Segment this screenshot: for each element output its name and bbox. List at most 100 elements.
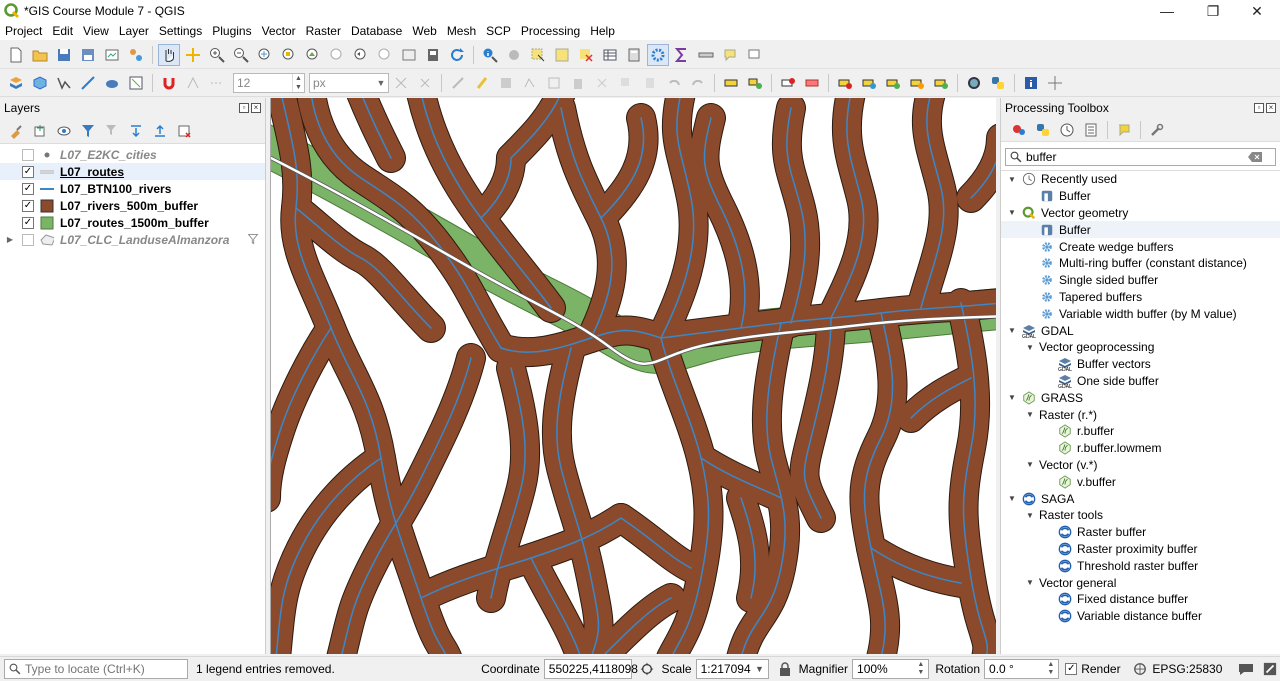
new-project-icon[interactable] [5, 44, 27, 66]
coordinate-field[interactable]: 550225,4118098 [543, 659, 638, 679]
algorithm-item[interactable]: Variable width buffer (by M value) [1001, 305, 1280, 322]
move-label-icon[interactable] [834, 72, 856, 94]
map-layers[interactable] [271, 98, 996, 654]
processing-toolbox-icon[interactable] [647, 43, 669, 66]
expand-arrow-icon[interactable]: ▼ [1007, 393, 1017, 402]
algorithm-item[interactable]: Buffer [1001, 221, 1280, 239]
layer-row[interactable]: ✓ L07_routes_1500m_buffer [0, 214, 265, 231]
messages-icon[interactable] [1236, 662, 1256, 676]
layer-visibility-checkbox[interactable] [22, 148, 34, 161]
rotation-spinbox[interactable]: 0.0 ° ▲ ▼ [984, 659, 1060, 679]
layer-visibility-checkbox[interactable]: ✓ [22, 216, 34, 229]
data-source-manager-icon[interactable] [5, 72, 27, 94]
menu-vector[interactable]: Vector [257, 22, 301, 40]
layer-visibility-checkbox[interactable]: ✓ [22, 165, 34, 178]
menu-scp[interactable]: SCP [481, 22, 516, 40]
layer-visibility-checkbox[interactable] [22, 233, 34, 246]
map-tips-icon[interactable] [719, 44, 741, 66]
provider-group[interactable]: ▼ Vector (v.*) [1001, 457, 1280, 474]
expand-arrow-icon[interactable]: ▼ [1025, 511, 1035, 520]
snapping-unit-combo[interactable]: px ▼ [309, 72, 389, 93]
algorithm-item[interactable]: Threshold raster buffer [1001, 557, 1280, 574]
menu-processing[interactable]: Processing [516, 22, 585, 40]
globe-plugin-icon[interactable] [963, 72, 985, 94]
provider-group[interactable]: ▼ Vector geoprocessing [1001, 339, 1280, 356]
expand-arrow-icon[interactable]: ▼ [1025, 460, 1035, 469]
vertex-tool-icon[interactable] [543, 72, 565, 94]
current-edits-icon[interactable] [447, 72, 469, 94]
spin-arrows-icon[interactable]: ▲ ▼ [1047, 661, 1054, 677]
algorithm-item[interactable]: Tapered buffers [1001, 289, 1280, 306]
highlight-pinned-icon[interactable] [801, 72, 823, 94]
menu-raster[interactable]: Raster [301, 22, 346, 40]
topological-editing-icon[interactable] [390, 72, 412, 94]
float-panel-icon[interactable]: ▫ [239, 103, 249, 113]
provider-group[interactable]: ▼ Raster tools [1001, 507, 1280, 524]
expand-arrow-icon[interactable]: ▼ [1025, 343, 1035, 352]
toolbox-search[interactable] [1005, 148, 1276, 166]
cut-features-icon[interactable] [591, 72, 613, 94]
clear-search-icon[interactable] [1246, 152, 1264, 162]
menu-help[interactable]: Help [585, 22, 620, 40]
zoom-layer-icon[interactable] [302, 44, 324, 66]
remove-layer-icon[interactable] [173, 120, 195, 142]
algorithm-item[interactable]: Create wedge buffers [1001, 238, 1280, 255]
crs-label[interactable]: EPSG:25830 [1152, 662, 1222, 676]
toggle-extents-icon[interactable] [636, 662, 658, 676]
close-panel-icon[interactable]: × [251, 103, 261, 113]
layer-row[interactable]: ▶ L07_CLC_LanduseAlmanzora [0, 231, 265, 248]
copy-features-icon[interactable] [615, 72, 637, 94]
snap-vertex-icon[interactable] [182, 72, 204, 94]
identify-icon[interactable] [479, 44, 501, 66]
menu-database[interactable]: Database [346, 22, 407, 40]
locator-input[interactable] [25, 661, 185, 677]
menu-layer[interactable]: Layer [114, 22, 154, 40]
models-icon[interactable] [1008, 119, 1030, 141]
snap-segment-icon[interactable] [206, 72, 228, 94]
scripts-icon[interactable] [1032, 119, 1054, 141]
select-features-icon[interactable] [527, 44, 549, 66]
lock-icon[interactable] [775, 662, 795, 676]
float-panel-icon[interactable]: ▫ [1254, 103, 1264, 113]
statistical-summary-icon[interactable] [671, 44, 693, 66]
diagram-properties-icon[interactable] [930, 72, 952, 94]
log-messages-icon[interactable] [1260, 662, 1280, 676]
layer-style-icon[interactable] [5, 120, 27, 142]
algorithm-item[interactable]: Fixed distance buffer [1001, 591, 1280, 608]
select-by-value-icon[interactable] [551, 44, 573, 66]
digitize-icon[interactable] [519, 72, 541, 94]
paste-features-icon[interactable] [639, 72, 661, 94]
scale-combo[interactable]: 1:217094 ▼ [695, 659, 769, 679]
provider-group[interactable]: ▼ Vector general [1001, 574, 1280, 591]
layer-visibility-checkbox[interactable]: ✓ [22, 199, 34, 212]
pan-to-selection-icon[interactable] [182, 44, 204, 66]
pin-labels-icon[interactable] [777, 72, 799, 94]
save-project-icon[interactable] [53, 44, 75, 66]
layer-filter-icon[interactable] [247, 233, 259, 248]
layer-visibility-checkbox[interactable]: ✓ [22, 182, 34, 195]
field-calculator-icon[interactable] [623, 44, 645, 66]
zoom-next-icon[interactable] [374, 44, 396, 66]
menu-plugins[interactable]: Plugins [207, 22, 256, 40]
menu-edit[interactable]: Edit [47, 22, 78, 40]
save-edits-icon[interactable] [495, 72, 517, 94]
algorithm-item[interactable]: Raster buffer [1001, 524, 1280, 541]
close-button[interactable]: ✕ [1234, 0, 1280, 22]
edit-features-in-place-icon[interactable] [1113, 119, 1135, 141]
algorithm-item[interactable]: Single sided buffer [1001, 272, 1280, 289]
layer-row[interactable]: ✓ L07_rivers_500m_buffer [0, 197, 265, 214]
open-project-icon[interactable] [29, 44, 51, 66]
temporal-controller-icon[interactable] [422, 44, 444, 66]
provider-group[interactable]: ▼ GDAL GDAL [1001, 322, 1280, 339]
new-shapefile-icon[interactable] [53, 72, 75, 94]
expand-arrow-icon[interactable]: ▼ [1025, 578, 1035, 587]
layer-row[interactable]: L07_E2KC_cities [0, 146, 265, 163]
spin-arrows-icon[interactable]: ▲ ▼ [292, 73, 304, 92]
redo-icon[interactable] [687, 72, 709, 94]
pan-icon[interactable] [158, 43, 180, 66]
crosshair-icon[interactable] [1044, 72, 1066, 94]
menu-project[interactable]: Project [0, 22, 47, 40]
menu-view[interactable]: View [78, 22, 114, 40]
add-group-icon[interactable] [29, 120, 51, 142]
python-console-icon[interactable] [987, 72, 1009, 94]
